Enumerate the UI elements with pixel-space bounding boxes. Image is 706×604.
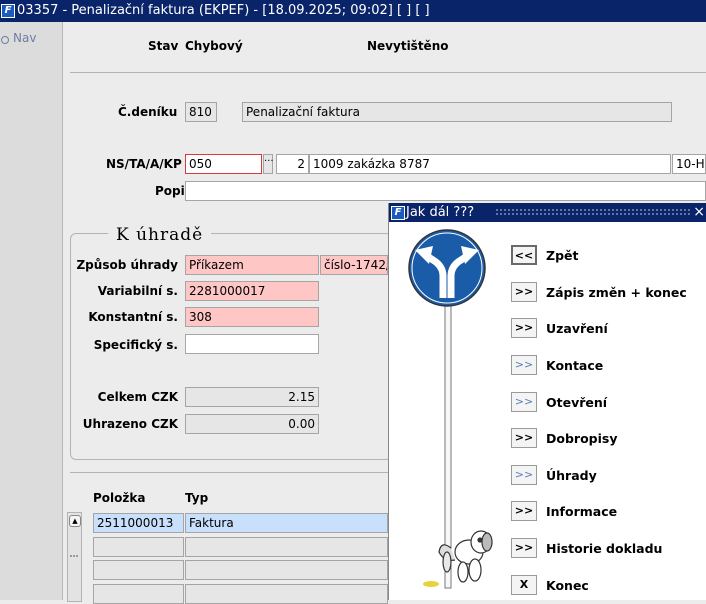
scroll-grip-icon[interactable] xyxy=(70,555,78,573)
constant-symbol-field[interactable]: 308 xyxy=(185,307,319,327)
column-header-type: Typ xyxy=(185,491,209,505)
popis-field[interactable] xyxy=(185,181,706,201)
table-row-item[interactable] xyxy=(93,584,184,604)
payment-method-label: Způsob úhrady xyxy=(76,258,178,272)
journal-name-field: Penalizační faktura xyxy=(242,102,672,122)
status-value: Chybový xyxy=(185,39,243,53)
dialog-title: Jak dál ??? xyxy=(406,205,475,220)
exit-button[interactable]: X xyxy=(511,575,537,595)
back-button[interactable]: << xyxy=(511,245,537,265)
table-row-type[interactable] xyxy=(185,560,388,580)
total-field: 2.15 xyxy=(185,387,319,407)
table-scrollbar[interactable]: ▲ xyxy=(67,512,82,602)
option-label-information[interactable]: Informace xyxy=(546,504,617,519)
window-title: 03357 - Penalizační faktura (EKPEF) - [1… xyxy=(17,3,430,18)
option-label-exit[interactable]: Konec xyxy=(546,578,589,593)
dialog-title-bar[interactable]: F Jak dál ??? × xyxy=(389,203,706,222)
journal-code-field: 810 xyxy=(185,102,217,122)
ns-field[interactable]: 050 xyxy=(185,154,262,174)
paid-field: 0.00 xyxy=(185,414,319,434)
lookup-button[interactable]: ··· xyxy=(263,154,274,174)
paid-label: Uhrazeno CZK xyxy=(82,417,178,431)
variable-symbol-label: Variabilní s. xyxy=(97,284,178,298)
payments-button[interactable]: >> xyxy=(511,465,537,485)
specific-symbol-label: Specifický s. xyxy=(93,338,178,352)
option-label-close-document[interactable]: Uzavření xyxy=(546,321,608,336)
option-label-payments[interactable]: Úhrady xyxy=(546,468,597,483)
table-row-item[interactable] xyxy=(93,537,184,557)
option-label-document-history[interactable]: Historie dokladu xyxy=(546,541,662,556)
a-field[interactable]: 1009 zakázka 8787 xyxy=(309,154,671,174)
account-field[interactable]: číslo-1742/ xyxy=(320,255,388,275)
status-label: Stav xyxy=(148,39,179,53)
option-label-credit-notes[interactable]: Dobropisy xyxy=(546,431,617,446)
close-document-button[interactable]: >> xyxy=(511,318,537,338)
column-header-item: Položka xyxy=(93,491,146,505)
table-row-type[interactable] xyxy=(185,537,388,557)
specific-symbol-field[interactable] xyxy=(185,334,319,354)
credit-notes-button[interactable]: >> xyxy=(511,428,537,448)
divider xyxy=(70,72,706,73)
variable-symbol-field[interactable]: 2281000017 xyxy=(185,281,319,301)
kp-field[interactable]: 10-HI xyxy=(672,154,706,174)
option-label-save-and-exit[interactable]: Zápis změn + konec xyxy=(546,285,687,300)
table-row-item[interactable] xyxy=(93,560,184,580)
option-label-back[interactable]: Zpět xyxy=(546,248,578,263)
drag-grip[interactable] xyxy=(495,208,691,216)
table-row-item[interactable]: 2511000013 xyxy=(93,513,184,533)
nav-label[interactable]: Nav xyxy=(13,31,36,45)
scroll-up-icon[interactable]: ▲ xyxy=(69,515,81,527)
document-history-button[interactable]: >> xyxy=(511,538,537,558)
nstakp-label: NS/TA/A/KP xyxy=(106,157,182,171)
radio-icon[interactable] xyxy=(1,36,9,44)
print-status: Nevytištěno xyxy=(367,39,449,53)
option-label-accounting[interactable]: Kontace xyxy=(546,358,603,373)
app-icon: F xyxy=(391,206,405,220)
journal-label: Č.deníku xyxy=(118,105,178,119)
constant-symbol-label: Konstantní s. xyxy=(88,310,178,324)
save-and-exit-button[interactable]: >> xyxy=(511,282,537,302)
direction-sign-icon xyxy=(408,229,493,589)
close-icon[interactable]: × xyxy=(693,204,705,220)
window-title-bar: F 03357 - Penalizační faktura (EKPEF) - … xyxy=(0,0,706,22)
table-row-type[interactable] xyxy=(185,584,388,604)
nav-pane xyxy=(0,22,63,600)
dialog-illustration xyxy=(389,222,509,600)
divider xyxy=(70,472,388,473)
payment-method-field[interactable]: Příkazem xyxy=(185,255,319,275)
app-icon: F xyxy=(1,4,15,18)
payment-section-title: K úhradě xyxy=(108,225,212,245)
accounting-button[interactable]: >> xyxy=(511,355,537,375)
total-label: Celkem CZK xyxy=(97,390,178,404)
information-button[interactable]: >> xyxy=(511,501,537,521)
option-label-reopen[interactable]: Otevření xyxy=(546,395,607,410)
ta-field[interactable]: 2 xyxy=(276,154,309,174)
table-row-type[interactable]: Faktura xyxy=(185,513,388,533)
reopen-button[interactable]: >> xyxy=(511,392,537,412)
